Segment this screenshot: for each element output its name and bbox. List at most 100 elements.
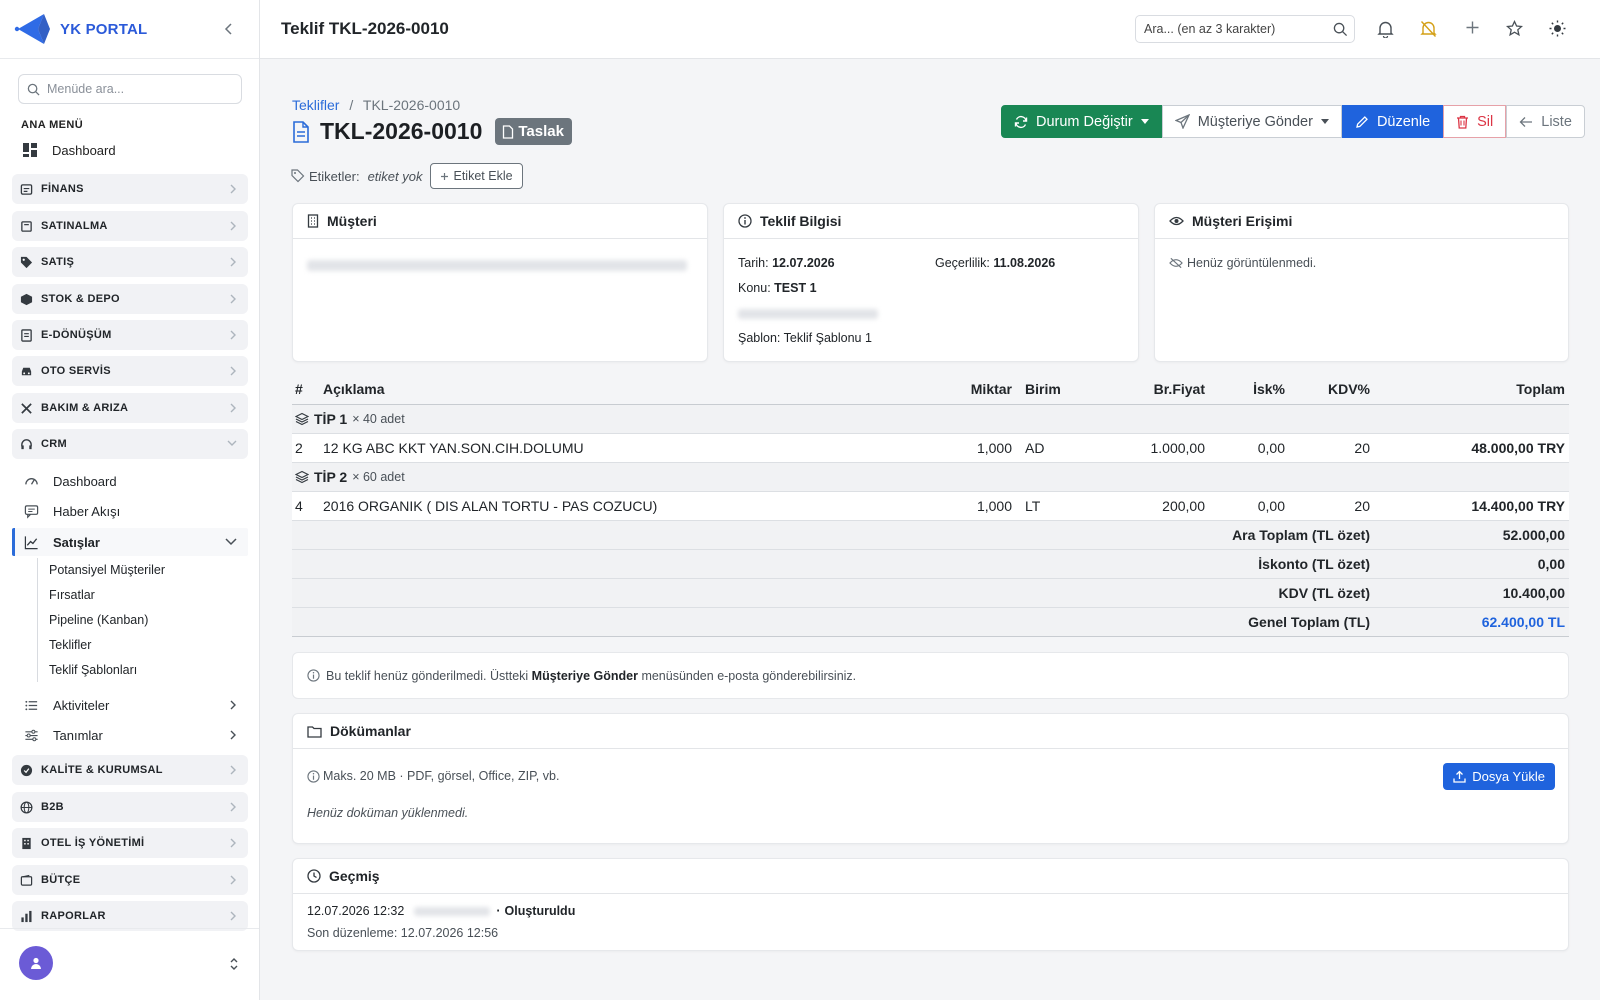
- history-action: Oluşturuldu: [504, 904, 576, 918]
- table-row[interactable]: 4 2016 ORGANIK ( DIS ALAN TORTU - PAS CO…: [292, 492, 1569, 521]
- menu-search-input[interactable]: [47, 82, 227, 96]
- breadcrumb: Teklifler / TKL-2026-0010: [292, 97, 460, 113]
- sidebar-group-edonusum[interactable]: E-DÖNÜŞÜM: [12, 320, 248, 350]
- crm-item-news-feed[interactable]: Haber Akışı: [20, 499, 248, 523]
- menu-heading: ANA MENÜ: [21, 119, 84, 131]
- sidebar-item-dashboard[interactable]: Dashboard: [22, 142, 116, 158]
- upload-limits: Maks. 20 MB · PDF, görsel, Office, ZIP, …: [307, 769, 559, 783]
- arrow-left-icon: [1519, 116, 1533, 127]
- sales-item-quote-templates[interactable]: Teklif Şablonları: [49, 663, 137, 677]
- collapse-sidebar-icon[interactable]: [220, 20, 238, 38]
- row-no: 4: [295, 498, 303, 514]
- sidebar-group-bakim[interactable]: BAKIM & ARIZA: [12, 393, 248, 423]
- sales-item-pipeline[interactable]: Pipeline (Kanban): [49, 613, 148, 627]
- template-label: Şablon:: [738, 331, 781, 345]
- plus-icon: [440, 172, 448, 180]
- document-title: TKL-2026-0010 Taslak: [292, 118, 572, 145]
- change-status-button[interactable]: Durum Değiştir: [1001, 105, 1162, 138]
- chevron-right-icon: [230, 838, 236, 848]
- group-label: OTO SERVİS: [41, 365, 111, 377]
- upload-file-button[interactable]: Dosya Yükle: [1443, 763, 1555, 790]
- not-sent-notice: Bu teklif henüz gönderilmedi. Üstteki Mü…: [292, 652, 1569, 699]
- edit-button[interactable]: Düzenle: [1341, 105, 1444, 138]
- info-icon: [738, 214, 752, 228]
- sidebar-group-satis[interactable]: SATIŞ: [12, 247, 248, 277]
- crm-item-dashboard[interactable]: Dashboard: [20, 469, 248, 493]
- delete-button[interactable]: Sil: [1443, 105, 1507, 138]
- plus-icon[interactable]: [1465, 20, 1480, 35]
- button-label: Düzenle: [1376, 113, 1431, 130]
- dashboard-icon: [23, 143, 37, 157]
- info-icon: [307, 769, 320, 783]
- discount-row: İskonto (TL özet) 0,00: [292, 550, 1569, 579]
- sidebar-group-satinalma[interactable]: SATINALMA: [12, 211, 248, 241]
- crm-item-label: Satışlar: [53, 534, 100, 550]
- date-value: 12.07.2026: [772, 256, 835, 270]
- group-row: TİP 2 × 60 adet: [292, 463, 1569, 492]
- add-tag-button[interactable]: Etiket Ekle: [429, 163, 523, 189]
- wallet-icon: [20, 874, 33, 886]
- redacted-customer-name: [307, 260, 687, 271]
- sidebar-group-oto-servis[interactable]: OTO SERVİS: [12, 356, 248, 386]
- row-unit: AD: [1025, 440, 1045, 456]
- summary-label: Ara Toplam (TL özet): [1232, 527, 1370, 543]
- sidebar-group-crm[interactable]: CRM: [12, 429, 248, 459]
- action-toolbar: Durum Değiştir Müşteriye Gönder Düzenle …: [1001, 105, 1585, 138]
- chevron-right-icon: [230, 911, 236, 921]
- crm-item-sales[interactable]: Satışlar: [12, 528, 248, 556]
- vat-row: KDV (TL özet) 10.400,00: [292, 579, 1569, 608]
- building-icon: [22, 837, 31, 849]
- card-header: Müşteri: [293, 204, 707, 239]
- row-vat: 20: [1354, 498, 1370, 514]
- card-header: Teklif Bilgisi: [724, 204, 1138, 239]
- crm-item-label: Dashboard: [53, 473, 117, 489]
- search-icon[interactable]: [1333, 22, 1348, 37]
- breadcrumb-link-quotes[interactable]: Teklifler: [292, 97, 339, 113]
- notice-post: menüsünden e-posta gönderebilirsiniz.: [641, 668, 857, 683]
- group-label: E-DÖNÜŞÜM: [41, 329, 112, 341]
- col-no: #: [295, 380, 303, 397]
- sales-item-leads[interactable]: Potansiyel Müşteriler: [49, 563, 165, 577]
- star-icon[interactable]: [1506, 20, 1523, 37]
- bell-off-icon[interactable]: [1420, 20, 1437, 38]
- global-search-input[interactable]: [1144, 22, 1324, 36]
- grand-total-value: 62.400,00 TL: [1481, 614, 1565, 630]
- col-quantity: Miktar: [970, 380, 1012, 397]
- table-row[interactable]: 2 12 KG ABC KKT YAN.SON.CIH.DOLUMU 1,000…: [292, 434, 1569, 463]
- chevron-right-icon: [230, 257, 236, 267]
- top-header: Teklif TKL-2026-0010: [260, 0, 1600, 59]
- subject-field: Konu: TEST 1: [738, 281, 817, 295]
- layers-icon: [295, 412, 309, 426]
- send-to-customer-button[interactable]: Müşteriye Gönder: [1161, 105, 1342, 138]
- sidebar-group-b2b[interactable]: B2B: [12, 792, 248, 822]
- bell-icon[interactable]: [1377, 20, 1394, 38]
- back-to-list-button[interactable]: Liste: [1506, 105, 1585, 138]
- sidebar-group-butce[interactable]: BÜTÇE: [12, 865, 248, 895]
- sidebar-group-raporlar[interactable]: RAPORLAR: [12, 901, 248, 931]
- chevron-updown-icon[interactable]: [228, 956, 240, 972]
- sales-item-quotes[interactable]: Teklifler: [49, 638, 91, 652]
- sidebar-group-kalite[interactable]: KALİTE & KURUMSAL: [12, 755, 248, 785]
- validity-field: Geçerlilik: 11.08.2026: [935, 256, 1055, 270]
- redacted-contact: [738, 309, 878, 319]
- page-title: Teklif TKL-2026-0010: [281, 19, 449, 38]
- row-quantity: 1,000: [976, 440, 1012, 456]
- breadcrumb-current: TKL-2026-0010: [362, 97, 461, 113]
- menu-search[interactable]: [18, 74, 242, 104]
- crm-item-definitions[interactable]: Tanımlar: [20, 723, 248, 747]
- tag-icon: [20, 256, 33, 268]
- shield-icon: [20, 764, 33, 776]
- sales-item-opportunities[interactable]: Fırsatlar: [49, 588, 95, 602]
- sidebar-group-otel[interactable]: OTEL İŞ YÖNETİMİ: [12, 828, 248, 858]
- crm-item-activities[interactable]: Aktiviteler: [20, 693, 248, 717]
- date-field: Tarih: 12.07.2026: [738, 256, 835, 270]
- avatar[interactable]: [19, 946, 53, 980]
- group-label: OTEL İŞ YÖNETİMİ: [41, 837, 145, 849]
- sidebar-group-stok[interactable]: STOK & DEPO: [12, 284, 248, 314]
- summary-label: Genel Toplam (TL): [1248, 614, 1370, 630]
- sun-icon[interactable]: [1549, 20, 1566, 37]
- group-label: RAPORLAR: [41, 910, 106, 922]
- card-title: Dökümanlar: [330, 723, 411, 739]
- global-search[interactable]: [1135, 15, 1355, 43]
- sidebar-group-finans[interactable]: FİNANS: [12, 174, 248, 204]
